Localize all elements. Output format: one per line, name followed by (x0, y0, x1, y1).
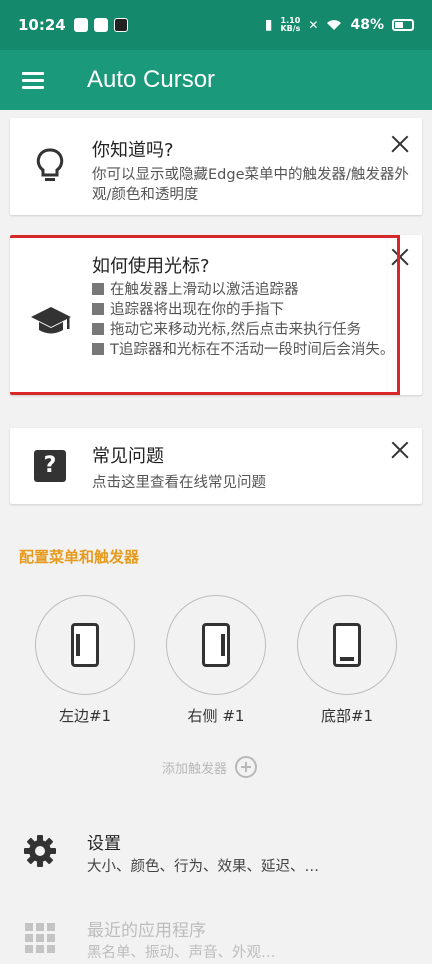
trigger-left-circle[interactable] (35, 595, 135, 695)
how-to-use-item: 拖动它来移动光标,然后点击来执行任务 (92, 320, 412, 340)
trigger-right-label: 右侧 #1 (187, 707, 245, 725)
faq-title: 常见问题 (92, 446, 164, 467)
trigger-right-circle[interactable] (166, 595, 266, 695)
app-bar: Auto Cursor (0, 50, 432, 110)
add-trigger-label: 添加触发器 (162, 761, 228, 777)
settings-title: 设置 (87, 834, 121, 854)
how-to-use-item-text: 在触发器上滑动以激活追踪器 (110, 282, 299, 298)
close-did-you-know-button[interactable] (390, 134, 410, 154)
close-how-to-use-button[interactable] (390, 247, 410, 267)
app-title: Auto Cursor (87, 66, 216, 93)
wifi-icon (327, 20, 342, 30)
recent-apps-row[interactable]: 最近的应用程序 黑名单、振动、声音、外观… (0, 914, 432, 964)
tiktok-icon (113, 18, 128, 32)
close-faq-button[interactable] (390, 440, 410, 460)
how-to-use-item: 在触发器上滑动以激活追踪器 (92, 280, 412, 300)
how-to-use-item: T追踪器和光标在不活动一段时间后会消失。 (92, 340, 412, 360)
how-to-use-title: 如何使用光标? (92, 256, 210, 277)
notification-icon (73, 18, 88, 32)
did-you-know-card: 你知道吗? 你可以显示或隐藏Edge菜单中的触发器/触发器外观/颜色和透明度 (10, 118, 422, 215)
did-you-know-title: 你知道吗? (92, 140, 174, 161)
how-to-use-item-text: 追踪器将出现在你的手指下 (110, 302, 284, 318)
faq-body: 点击这里查看在线常见问题 (92, 475, 266, 491)
vibrate-icon: ▮ (264, 17, 273, 33)
status-time: 10:24 (18, 16, 66, 34)
battery-percent: 48% (350, 17, 384, 33)
mail-icon (93, 18, 108, 32)
question-mark-icon: ? (34, 450, 66, 482)
how-to-use-item-text: T追踪器和光标在不活动一段时间后会消失。 (110, 342, 395, 358)
phone-bottom-edge-icon (333, 623, 361, 667)
how-to-use-item: 追踪器将出现在你的手指下 (92, 300, 412, 320)
status-bar: 10:24 ▮ 1.10 KB/s ✕ 48% (0, 0, 432, 50)
trigger-right[interactable]: 右侧 #1 (166, 595, 266, 726)
speed-unit: KB/s (280, 24, 301, 33)
bullet (92, 283, 104, 295)
hamburger-menu-icon[interactable] (22, 72, 44, 89)
lightbulb-icon (36, 148, 64, 181)
trigger-left[interactable]: 左边#1 (35, 595, 135, 726)
add-trigger-button[interactable]: 添加触发器 (162, 756, 258, 778)
bullet (92, 303, 104, 315)
trigger-bottom[interactable]: 底部#1 (297, 595, 397, 726)
recent-apps-subtitle: 黑名单、振动、声音、外观… (87, 945, 276, 961)
graduation-cap-icon (31, 307, 71, 334)
how-to-use-card: 如何使用光标? 在触发器上滑动以激活追踪器 追踪器将出现在你的手指下 拖动它来移… (10, 235, 422, 395)
bullet (92, 343, 104, 355)
network-speed: 1.10 KB/s (280, 17, 300, 33)
no-sim-icon: ✕ (308, 18, 319, 32)
how-to-use-list: 在触发器上滑动以激活追踪器 追踪器将出现在你的手指下 拖动它来移动光标,然后点击… (92, 280, 412, 360)
trigger-bottom-circle[interactable] (297, 595, 397, 695)
add-circle-icon (235, 756, 258, 778)
battery-icon (392, 19, 414, 31)
app-grid-icon (25, 923, 55, 953)
trigger-left-label: 左边#1 (58, 707, 112, 725)
settings-row[interactable]: 设置 大小、颜色、行为、效果、延迟、… (0, 825, 432, 885)
trigger-bottom-label: 底部#1 (320, 707, 374, 725)
did-you-know-body: 你可以显示或隐藏Edge菜单中的触发器/触发器外观/颜色和透明度 (92, 167, 409, 203)
faq-card[interactable]: ? 常见问题 点击这里查看在线常见问题 (10, 428, 422, 504)
how-to-use-item-text: 拖动它来移动光标,然后点击来执行任务 (110, 322, 362, 338)
settings-subtitle: 大小、颜色、行为、效果、延迟、… (87, 859, 319, 875)
section-title: 配置菜单和触发器 (19, 548, 140, 566)
phone-left-edge-icon (71, 623, 99, 667)
bullet (92, 323, 104, 335)
gear-icon (24, 835, 56, 867)
phone-right-edge-icon (202, 623, 230, 667)
recent-apps-title: 最近的应用程序 (87, 921, 206, 941)
